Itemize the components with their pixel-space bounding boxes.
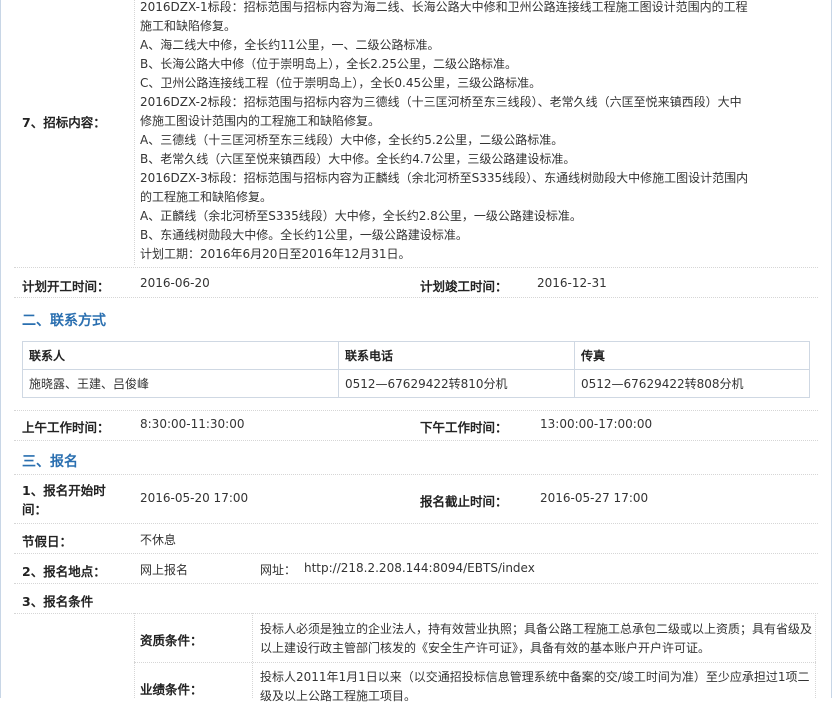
row-divider [14,267,818,268]
row-divider [14,583,818,584]
performance-label: 业绩条件： [140,682,203,697]
contact-header-fax: 传真 [574,341,810,370]
column-divider [815,613,816,698]
column-divider [252,613,253,698]
registration-place-label: 2、报名地点： [22,564,106,579]
tender-content-line: 修施工图设计范围内的工程施工和缺陷修复。 [140,114,381,128]
tender-content-line: B、东通线树勋段大中修。全长约1公里，一级公路建设标准。 [140,228,468,242]
tender-content-line: 施工和缺陷修复。 [140,19,237,33]
row-divider [14,297,818,298]
row-divider [14,553,818,554]
performance-text: 投标人2011年1月1日以来（以交通招投标信息管理系统中备案的交/竣工时间为准）… [260,670,810,703]
contact-fax-cell: 0512—67629422转808分机 [574,369,810,398]
registration-conditions-label: 3、报名条件 [22,594,94,609]
registration-url-label: 网址： [260,563,297,577]
tender-content-line: A、正麟线（余北河桥至S335线段）大中修，全长约2.8公里，一级公路建设标准。 [140,209,582,223]
tender-content-line: 计划工期：2016年6月20日至2016年12月31日。 [140,247,411,261]
contact-table: 联系人 联系电话 传真 施晓露、王建、吕俊峰 0512—67629422转810… [22,341,810,398]
pm-hours-value: 13:00:00-17:00:00 [540,417,653,431]
plan-start-label: 计划开工时间： [22,279,110,294]
registration-start-value: 2016-05-20 17:00 [140,491,249,505]
holiday-label: 节假日： [22,534,73,549]
contact-phone-cell: 0512—67629422转810分机 [338,369,575,398]
registration-deadline-label: 报名截止时间： [420,494,508,509]
registration-start-label: 1、报名开始时间： [22,483,106,517]
tender-content-line: A、海二线大中修，全长约11公里，一、二级公路标准。 [140,38,440,52]
contact-person-cell: 施晓露、王建、吕俊峰 [22,369,339,398]
registration-place-value: 网上报名 [140,563,189,577]
row-divider [14,474,818,475]
contact-header-phone: 联系电话 [338,341,575,370]
tender-content-line: C、卫州公路连接线工程（位于崇明岛上），全长0.45公里，三级公路标准。 [140,76,542,90]
holiday-value: 不休息 [140,533,177,547]
am-hours-value: 8:30:00-11:30:00 [140,417,245,431]
tender-content-line: A、三德线（十三匡河桥至东三线段）大中修，全长约5.2公里，二级公路标准。 [140,133,564,147]
plan-end-label: 计划竣工时间： [420,279,508,294]
registration-section-title: 三、报名 [22,454,78,470]
registration-deadline-value: 2016-05-27 17:00 [540,491,649,505]
row-divider [14,523,818,524]
tender-content-label: 7、招标内容： [22,115,106,130]
column-divider [134,0,135,265]
row-divider [134,662,816,663]
row-divider [14,440,818,441]
tender-content-line: 的工程施工和缺陷修复。 [140,190,273,204]
plan-end-value: 2016-12-31 [537,276,607,290]
tender-content-line: B、老常久线（六匡至悦来镇西段）大中修。全长约4.7公里，三级公路建设标准。 [140,152,576,166]
column-divider [134,613,135,698]
tender-content-line: 2016DZX-1标段：招标范围与招标内容为海二线、长海公路大中修和卫州公路连接… [140,0,748,14]
registration-url-link[interactable]: http://218.2.208.144:8094/EBTS/index [304,561,535,575]
table-row: 施晓露、王建、吕俊峰 0512—67629422转810分机 0512—6762… [22,369,810,398]
pm-hours-label: 下午工作时间： [420,420,508,435]
qualification-text: 投标人必须是独立的企业法人，持有效营业执照；具备公路工程施工总承包二级或以上资质… [260,622,813,655]
am-hours-label: 上午工作时间： [22,420,110,435]
qualification-label: 资质条件： [140,633,203,648]
tender-content-line: B、长海公路大中修（位于崇明岛上），全长2.25公里，二级公路标准。 [140,57,517,71]
row-divider [14,410,818,411]
tender-content-line: 2016DZX-3标段：招标范围与招标内容为正麟线（余北河桥至S335线段）、东… [140,171,749,185]
tender-content-line: 2016DZX-2标段：招标范围与招标内容为三德线（十三匡河桥至东三线段）、老常… [140,95,742,109]
contact-section-title: 二、联系方式 [22,313,106,329]
plan-start-value: 2016-06-20 [140,276,210,290]
contact-header-person: 联系人 [22,341,339,370]
contact-table-header: 联系人 联系电话 传真 [22,341,810,370]
